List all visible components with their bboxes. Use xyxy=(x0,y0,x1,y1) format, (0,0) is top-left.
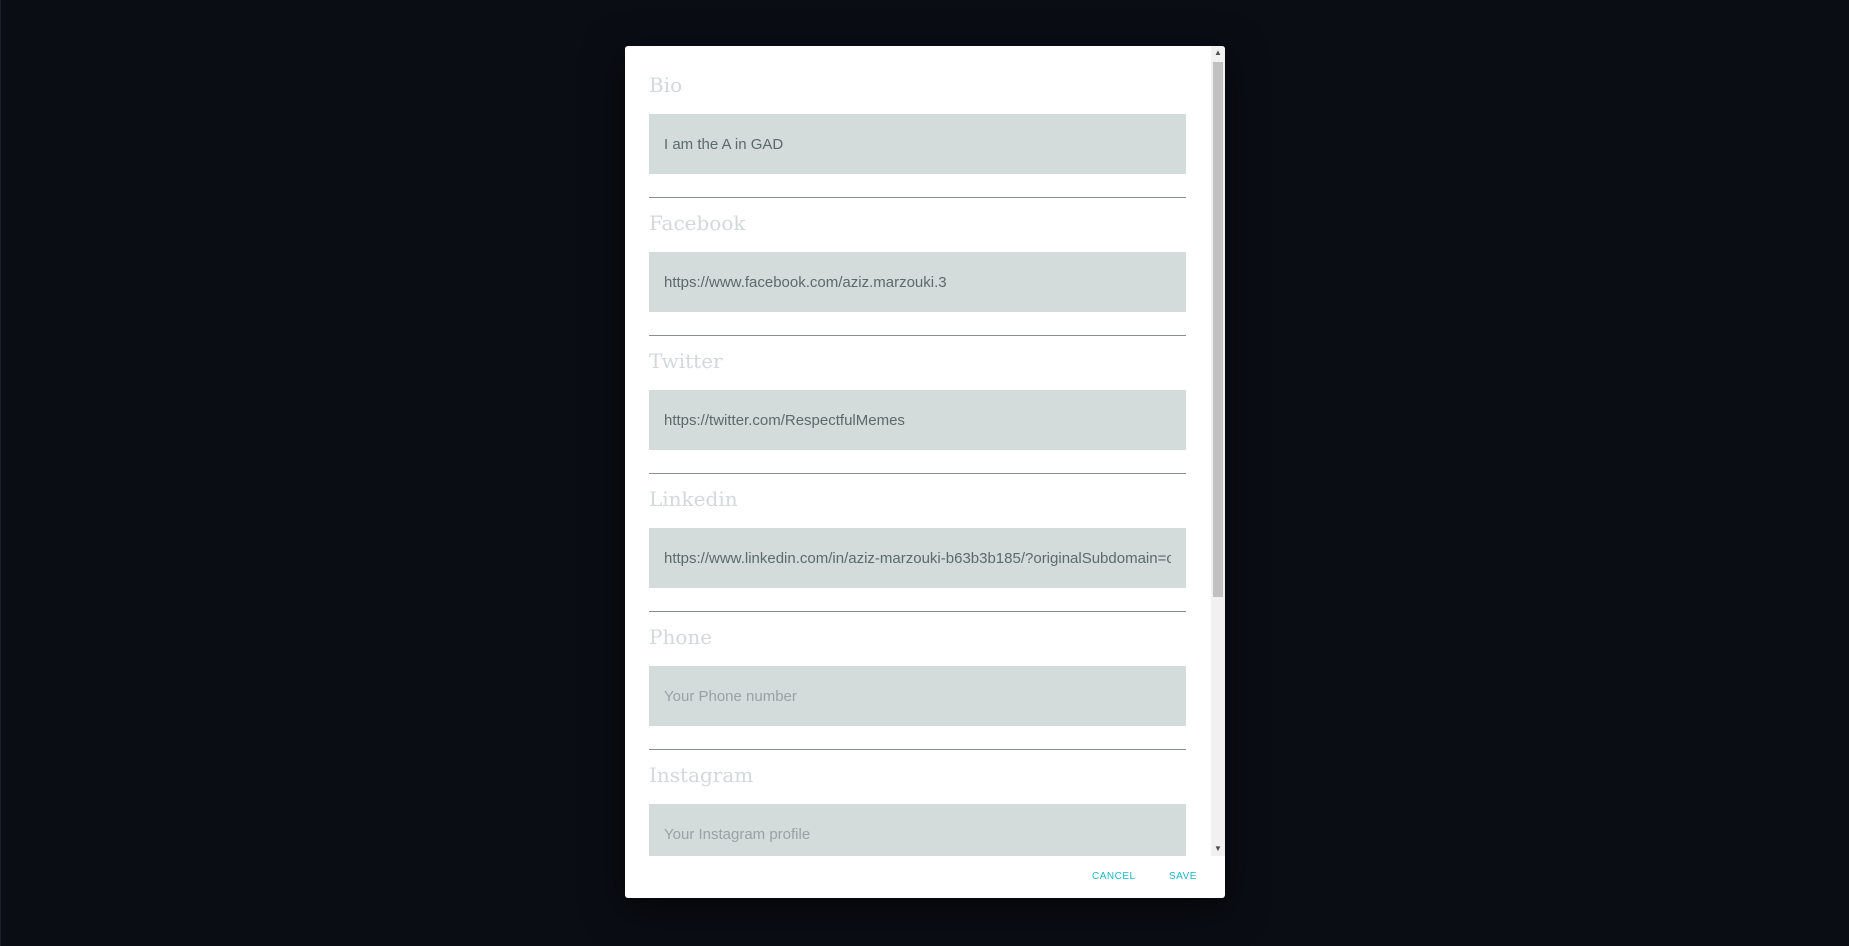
phone-input[interactable] xyxy=(649,666,1186,726)
facebook-input[interactable] xyxy=(649,252,1186,312)
twitter-input[interactable] xyxy=(649,390,1186,450)
phone-field-group: Phone xyxy=(649,598,1186,750)
instagram-input[interactable] xyxy=(649,804,1186,856)
bio-field-group: Bio xyxy=(649,46,1186,198)
bio-input[interactable] xyxy=(649,114,1186,174)
phone-label: Phone xyxy=(649,625,713,649)
dialog-scrollbar[interactable]: ▲ ▼ xyxy=(1211,46,1225,856)
triangle-down-icon[interactable]: ▼ xyxy=(1211,842,1225,856)
bio-label: Bio xyxy=(649,73,683,97)
linkedin-label: Linkedin xyxy=(649,487,738,511)
instagram-label: Instagram xyxy=(649,763,754,787)
edit-profile-dialog: Bio Facebook Twitter Linkedin Phone Inst… xyxy=(625,46,1225,898)
scrollbar-thumb[interactable] xyxy=(1213,62,1223,597)
twitter-label: Twitter xyxy=(649,349,723,373)
instagram-field-group: Instagram xyxy=(649,736,1186,856)
facebook-label: Facebook xyxy=(649,211,746,235)
triangle-up-icon[interactable]: ▲ xyxy=(1211,46,1225,60)
dialog-actions: CANCEL SAVE xyxy=(625,856,1225,898)
backdrop-edge xyxy=(0,0,1,946)
twitter-field-group: Twitter xyxy=(649,322,1186,474)
linkedin-field-group: Linkedin xyxy=(649,460,1186,612)
save-button[interactable]: SAVE xyxy=(1161,866,1205,886)
linkedin-input[interactable] xyxy=(649,528,1186,588)
facebook-field-group: Facebook xyxy=(649,184,1186,336)
cancel-button[interactable]: CANCEL xyxy=(1084,866,1144,886)
dialog-scroll-content[interactable]: Bio Facebook Twitter Linkedin Phone Inst… xyxy=(625,46,1211,856)
